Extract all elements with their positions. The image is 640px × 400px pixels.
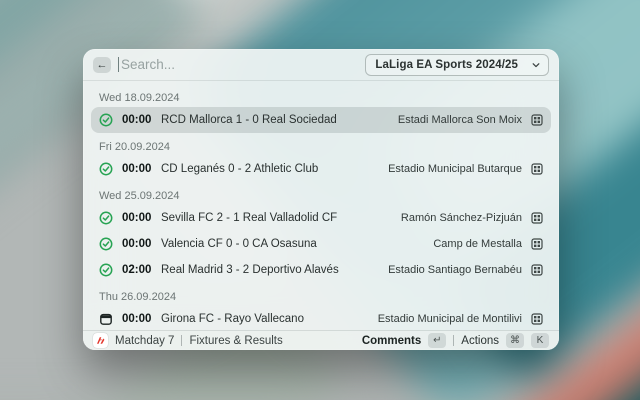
match-venue: Camp de Mestalla	[433, 238, 522, 250]
search-input[interactable]	[121, 57, 365, 72]
played-check-icon	[99, 113, 113, 127]
match-title: RCD Mallorca 1 - 0 Real Sociedad	[161, 114, 389, 126]
date-section: Thu 26.09.2024 00:00 Girona FC - Rayo Va…	[91, 288, 551, 330]
footer-divider	[453, 335, 454, 346]
date-section: Wed 25.09.2024 00:00 Sevilla FC 2 - 1 Re…	[91, 187, 551, 283]
date-section: Fri 20.09.2024 00:00 CD Leganés 0 - 2 At…	[91, 138, 551, 182]
match-row[interactable]: 00:00 Sevilla FC 2 - 1 Real Valladolid C…	[91, 205, 551, 231]
stadium-grid-icon	[531, 212, 543, 224]
match-title: Valencia CF 0 - 0 CA Osasuna	[161, 238, 424, 250]
section-rows: 00:00 RCD Mallorca 1 - 0 Real Sociedad E…	[91, 107, 551, 133]
section-date: Thu 26.09.2024	[91, 288, 551, 306]
match-row[interactable]: 00:00 RCD Mallorca 1 - 0 Real Sociedad E…	[91, 107, 551, 133]
section-date: Wed 25.09.2024	[91, 187, 551, 205]
match-time: 00:00	[122, 313, 152, 325]
match-venue: Estadio Municipal Butarque	[388, 163, 522, 175]
match-venue: Ramón Sánchez-Pizjuán	[401, 212, 522, 224]
played-check-icon	[99, 211, 113, 225]
section-rows: 00:00 Sevilla FC 2 - 1 Real Valladolid C…	[91, 205, 551, 283]
match-row[interactable]: 02:00 Real Madrid 3 - 2 Deportivo Alavés…	[91, 257, 551, 283]
stadium-grid-icon	[531, 163, 543, 175]
arrow-left-icon: ←	[97, 59, 108, 71]
league-dropdown[interactable]: LaLiga EA Sports 2024/25	[365, 54, 549, 76]
match-time: 00:00	[122, 212, 152, 224]
command-palette-window: ← LaLiga EA Sports 2024/25 Wed 18.09.202…	[83, 49, 559, 350]
stadium-grid-icon	[531, 114, 543, 126]
section-rows: 00:00 Girona FC - Rayo Vallecano Estadio…	[91, 306, 551, 330]
match-venue: Estadio Santiago Bernabéu	[388, 264, 522, 276]
enter-key-badge: ↵	[428, 333, 446, 348]
stadium-grid-icon	[531, 238, 543, 250]
played-check-icon	[99, 162, 113, 176]
section-rows: 00:00 CD Leganés 0 - 2 Athletic Club Est…	[91, 156, 551, 182]
k-key-badge: K	[531, 333, 549, 348]
match-title: Girona FC - Rayo Vallecano	[161, 313, 369, 325]
view-title: Fixtures & Results	[189, 335, 282, 347]
match-row[interactable]: 00:00 Valencia CF 0 - 0 CA Osasuna Camp …	[91, 231, 551, 257]
match-venue: Estadio Municipal de Montilivi	[378, 313, 522, 325]
stadium-grid-icon	[531, 313, 543, 325]
chevron-down-icon	[532, 61, 540, 69]
comments-button[interactable]: Comments	[362, 335, 421, 347]
match-row[interactable]: 00:00 Girona FC - Rayo Vallecano Estadio…	[91, 306, 551, 330]
match-venue: Estadi Mallorca Son Moix	[398, 114, 522, 126]
text-caret	[118, 57, 119, 72]
league-dropdown-value: LaLiga EA Sports 2024/25	[375, 59, 518, 71]
stadium-grid-icon	[531, 264, 543, 276]
calendar-icon	[99, 312, 113, 326]
date-section: Wed 18.09.2024 00:00 RCD Mallorca 1 - 0 …	[91, 89, 551, 133]
footer-divider	[181, 335, 182, 346]
back-button[interactable]: ←	[93, 57, 111, 73]
match-time: 00:00	[122, 238, 152, 250]
match-time: 00:00	[122, 163, 152, 175]
played-check-icon	[99, 263, 113, 277]
desktop: ← LaLiga EA Sports 2024/25 Wed 18.09.202…	[0, 0, 640, 400]
played-check-icon	[99, 237, 113, 251]
match-title: CD Leganés 0 - 2 Athletic Club	[161, 163, 379, 175]
match-list: Wed 18.09.2024 00:00 RCD Mallorca 1 - 0 …	[83, 81, 559, 330]
laliga-logo-icon	[93, 333, 108, 348]
actions-button[interactable]: Actions	[461, 335, 499, 347]
search-header: ← LaLiga EA Sports 2024/25	[83, 49, 559, 81]
match-title: Real Madrid 3 - 2 Deportivo Alavés	[161, 264, 379, 276]
match-row[interactable]: 00:00 CD Leganés 0 - 2 Athletic Club Est…	[91, 156, 551, 182]
match-title: Sevilla FC 2 - 1 Real Valladolid CF	[161, 212, 392, 224]
section-date: Fri 20.09.2024	[91, 138, 551, 156]
match-time: 00:00	[122, 114, 152, 126]
cmd-key-badge: ⌘	[506, 333, 524, 348]
matchday-label: Matchday 7	[115, 335, 174, 347]
section-date: Wed 18.09.2024	[91, 89, 551, 107]
match-time: 02:00	[122, 264, 152, 276]
footer-bar: Matchday 7 Fixtures & Results Comments ↵…	[83, 330, 559, 350]
